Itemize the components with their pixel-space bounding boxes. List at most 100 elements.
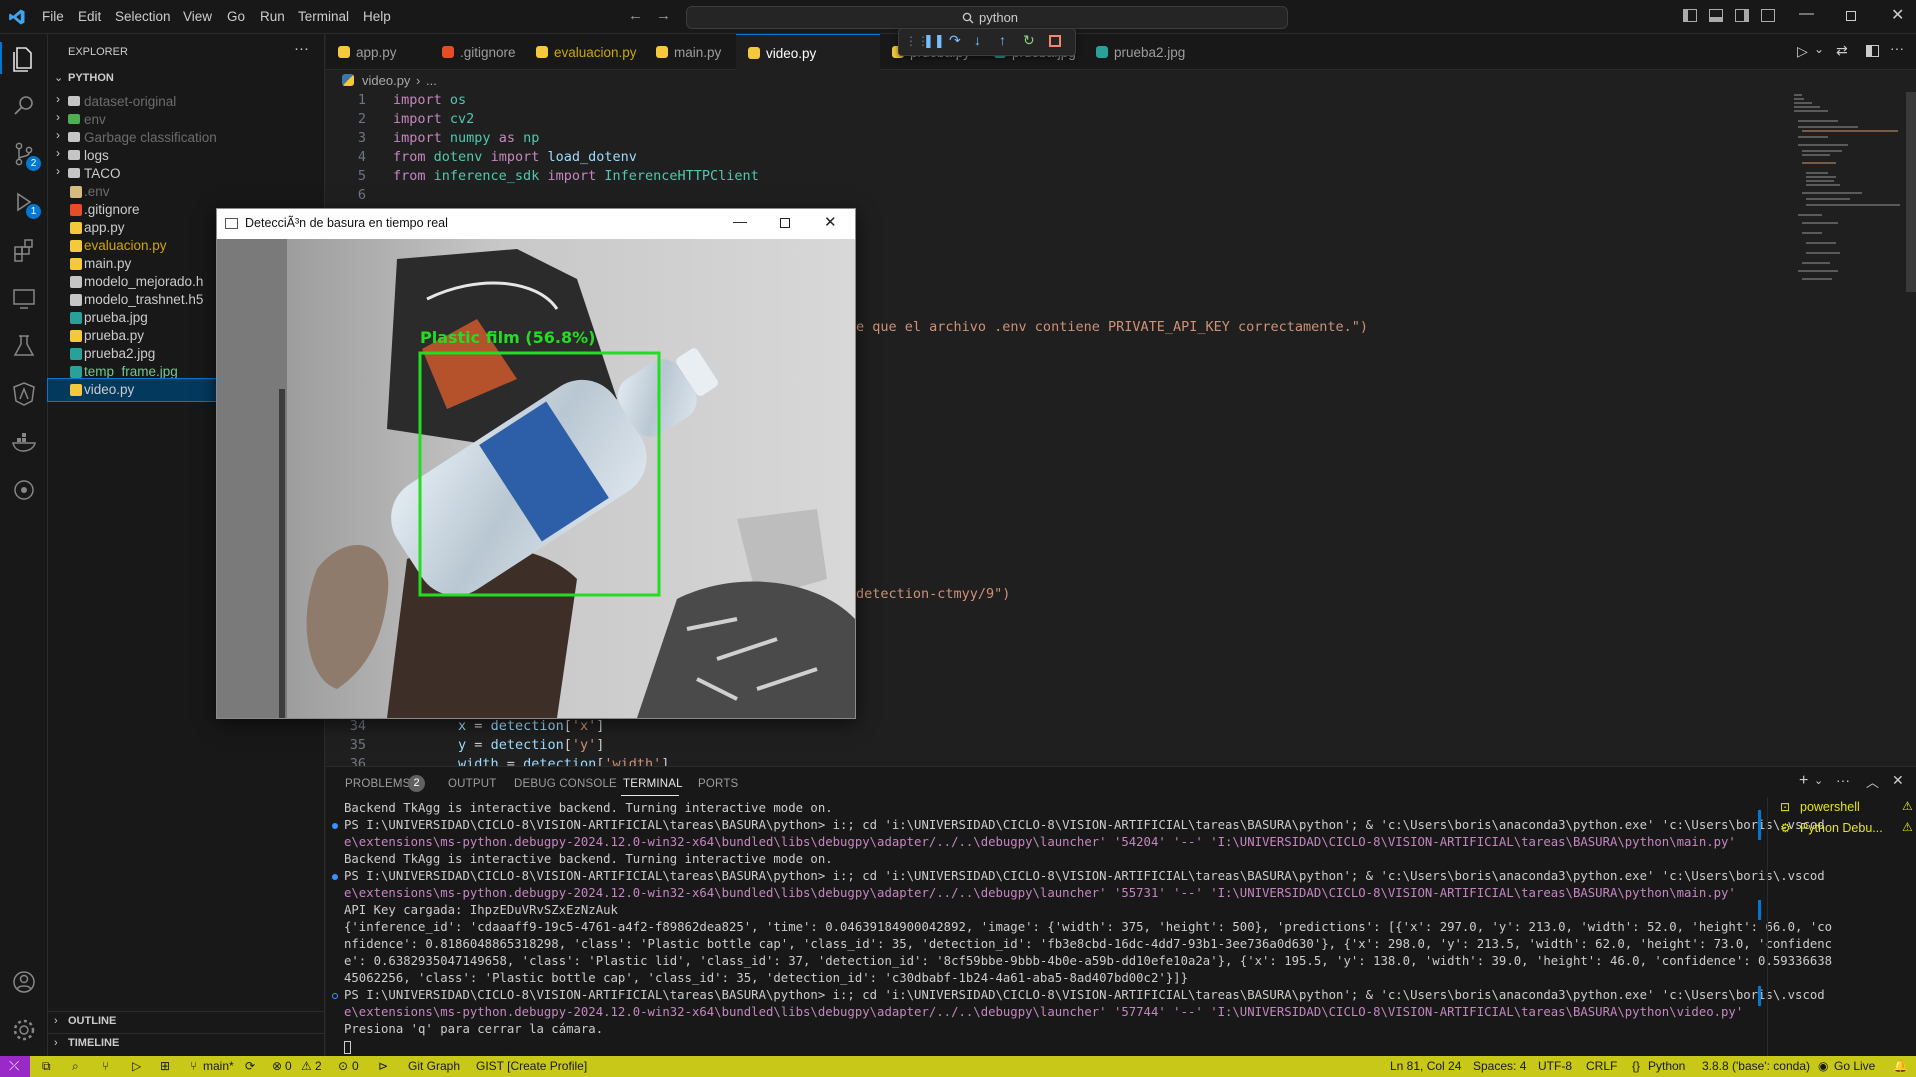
- kubernetes-icon[interactable]: [8, 474, 40, 506]
- search-icon[interactable]: ⌕: [72, 1059, 79, 1074]
- chevron-down-icon[interactable]: ⌄: [1814, 42, 1824, 56]
- restart-icon[interactable]: ↻: [1023, 32, 1035, 49]
- split-editor-icon[interactable]: [1866, 45, 1879, 57]
- command-center-search[interactable]: python: [686, 6, 1288, 29]
- more-actions-icon[interactable]: ···: [1836, 772, 1850, 788]
- source-control-icon[interactable]: ⑂: [102, 1059, 109, 1073]
- encoding[interactable]: UTF-8: [1538, 1059, 1572, 1073]
- python-interpreter[interactable]: 3.8.8 ('base': conda): [1702, 1059, 1810, 1073]
- menu-go[interactable]: Go: [227, 9, 245, 24]
- menu-selection[interactable]: Selection: [115, 9, 171, 24]
- explorer-root-folder[interactable]: ⌄ PYTHON: [48, 69, 325, 91]
- menu-view[interactable]: View: [183, 9, 212, 24]
- chevron-down-icon[interactable]: ⌄: [1814, 774, 1823, 787]
- toggle-panel-icon[interactable]: [1709, 9, 1723, 22]
- restore-icon[interactable]: [1846, 11, 1856, 21]
- settings-gear-icon[interactable]: [8, 1014, 40, 1046]
- breadcrumb-file[interactable]: video.py: [362, 73, 410, 88]
- toggle-secondary-sidebar-icon[interactable]: [1735, 9, 1749, 22]
- tab-app-py[interactable]: app.py: [326, 34, 430, 70]
- tab-evaluacion-py[interactable]: evaluacion.py2: [524, 34, 664, 70]
- editor-tabs: app.py .gitignore evaluacion.py2 main.py vid…: [326, 34, 1916, 70]
- go-live[interactable]: Go Live: [1834, 1059, 1875, 1073]
- gist-profile[interactable]: GIST [Create Profile]: [476, 1059, 587, 1073]
- back-arrow-icon[interactable]: ←: [628, 7, 643, 24]
- close-panel-icon[interactable]: ✕: [1892, 772, 1904, 789]
- menu-edit[interactable]: Edit: [78, 9, 101, 24]
- language-mode[interactable]: Python: [1648, 1059, 1685, 1073]
- command-decoration-icon[interactable]: [332, 993, 338, 999]
- timeline-section[interactable]: › TIMELINE: [48, 1033, 325, 1055]
- ports-count[interactable]: 0: [352, 1059, 359, 1073]
- run-icon[interactable]: ▷: [132, 1059, 141, 1073]
- step-out-icon[interactable]: ↑: [999, 32, 1006, 48]
- toggle-sidebar-icon[interactable]: [1683, 9, 1697, 22]
- compare-icon[interactable]: ⇄: [1836, 42, 1848, 59]
- opencv-titlebar[interactable]: DetecciÃ³n de basura en tiempo real — ✕: [217, 209, 855, 239]
- command-decoration-icon[interactable]: [332, 874, 338, 880]
- warning-count[interactable]: 2: [315, 1059, 322, 1073]
- tab-video-py[interactable]: video.py: [736, 34, 880, 70]
- minimize-icon[interactable]: —: [733, 213, 747, 229]
- maximize-panel-icon[interactable]: ︿: [1866, 772, 1879, 791]
- menu-run[interactable]: Run: [260, 9, 285, 24]
- angular-icon[interactable]: [8, 378, 40, 410]
- sync-icon[interactable]: ⟳: [245, 1059, 255, 1073]
- forward-arrow-icon[interactable]: →: [656, 7, 671, 24]
- terminal-output[interactable]: Backend TkAgg is interactive backend. Tu…: [326, 800, 1832, 1054]
- tab-problems[interactable]: PROBLEMS: [345, 778, 411, 790]
- extensions-icon[interactable]: ⊞: [160, 1059, 170, 1073]
- editor-scrollbar[interactable]: [1906, 92, 1916, 292]
- tab-main-py[interactable]: main.py: [644, 34, 736, 70]
- tab-debug-console[interactable]: DEBUG CONSOLE: [514, 778, 617, 790]
- opencv-window[interactable]: DetecciÃ³n de basura en tiempo real — ✕: [216, 208, 856, 719]
- run-debug-icon[interactable]: 1: [8, 186, 41, 219]
- more-actions-icon[interactable]: ···: [294, 40, 309, 57]
- files-icon[interactable]: ⧉: [42, 1059, 51, 1074]
- remote-indicator[interactable]: ⤫: [0, 1056, 30, 1077]
- remote-explorer-icon[interactable]: [8, 282, 40, 314]
- breadcrumb-symbol[interactable]: ...: [426, 73, 437, 88]
- indentation[interactable]: Spaces: 4: [1473, 1059, 1526, 1073]
- step-into-icon[interactable]: ↓: [974, 32, 981, 48]
- notifications-icon[interactable]: 🔔: [1893, 1059, 1908, 1073]
- terminal-list-item[interactable]: ⚙ Python Debu... ⚠: [1768, 818, 1916, 839]
- run-file-icon[interactable]: ▷: [1797, 43, 1808, 60]
- error-count[interactable]: 0: [285, 1059, 292, 1073]
- account-icon[interactable]: [8, 966, 40, 998]
- menu-file[interactable]: File: [42, 9, 64, 24]
- search-icon[interactable]: [8, 90, 40, 122]
- extensions-icon[interactable]: [8, 234, 40, 266]
- tab-output[interactable]: OUTPUT: [448, 778, 496, 790]
- more-actions-icon[interactable]: ···: [1890, 40, 1904, 56]
- terminal-list-item[interactable]: ⊡ powershell ⚠: [1768, 797, 1916, 818]
- step-over-icon[interactable]: ↷: [949, 32, 961, 49]
- close-window-icon[interactable]: ✕: [1891, 5, 1904, 25]
- stop-icon[interactable]: [1049, 35, 1061, 47]
- minimize-icon[interactable]: —: [1799, 5, 1814, 22]
- docker-icon[interactable]: [8, 426, 40, 458]
- testing-icon[interactable]: [8, 330, 40, 362]
- branch-name[interactable]: main*: [203, 1059, 234, 1073]
- end-of-line[interactable]: CRLF: [1586, 1059, 1617, 1073]
- menu-help[interactable]: Help: [363, 9, 391, 24]
- close-icon[interactable]: ✕: [824, 213, 837, 231]
- new-terminal-icon[interactable]: +: [1799, 772, 1808, 790]
- tab-ports[interactable]: PORTS: [698, 778, 738, 790]
- menu-terminal[interactable]: Terminal: [298, 9, 349, 24]
- source-control-icon[interactable]: 2: [8, 138, 41, 171]
- explorer-icon[interactable]: [8, 42, 40, 74]
- git-graph[interactable]: Git Graph: [408, 1059, 460, 1073]
- tab-terminal[interactable]: TERMINAL: [623, 778, 683, 790]
- outline-section[interactable]: › OUTLINE: [48, 1011, 325, 1033]
- terminal-scrollbar[interactable]: [1758, 800, 1763, 1050]
- debug-icon[interactable]: ⊳: [378, 1059, 388, 1073]
- tab-prueba2-jpg[interactable]: prueba2.jpg: [1084, 34, 1186, 70]
- cursor-position[interactable]: Ln 81, Col 24: [1390, 1059, 1461, 1073]
- command-decoration-icon[interactable]: [332, 823, 338, 829]
- maximize-icon[interactable]: [780, 218, 790, 228]
- customize-layout-icon[interactable]: [1761, 9, 1775, 22]
- minimap[interactable]: [1790, 92, 1902, 292]
- tab-gitignore[interactable]: .gitignore: [430, 34, 524, 70]
- pause-icon[interactable]: ❚❚: [923, 33, 945, 49]
